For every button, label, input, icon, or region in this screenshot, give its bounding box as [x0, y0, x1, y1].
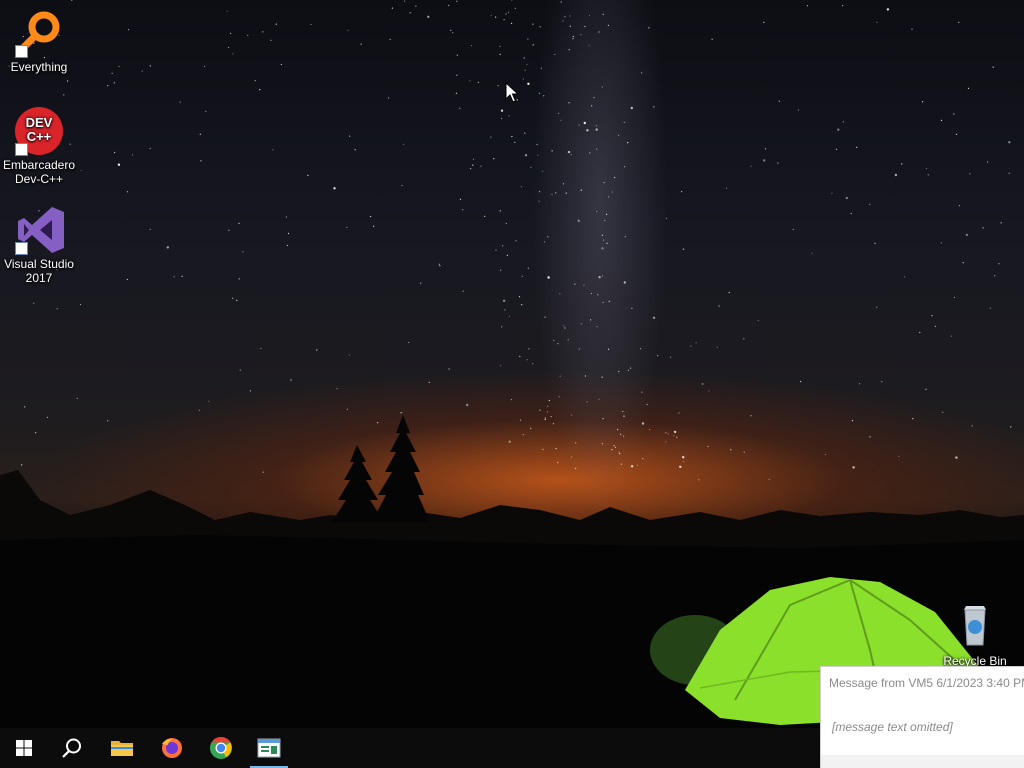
notification-title: Message from VM5 6/1/2023 3:40 PM: [829, 676, 1024, 690]
folder-icon: [111, 741, 133, 756]
message-window-icon: [257, 738, 281, 758]
desktop: Everything DEV C++ Embarcadero Dev-C++ V…: [0, 0, 1024, 768]
pine-tree-2: [372, 415, 430, 522]
pine-tree-1: [332, 445, 384, 522]
chrome-icon: [210, 737, 232, 759]
desktop-icon-label: Everything: [10, 60, 68, 74]
everything-search-icon: [14, 8, 64, 58]
notification-footer: [821, 755, 1024, 768]
chrome-button[interactable]: [197, 728, 245, 768]
message-notification[interactable]: Message from VM5 6/1/2023 3:40 PM [messa…: [820, 666, 1024, 768]
message-window-button[interactable]: [245, 728, 293, 768]
dev-cpp-icon: DEV C++: [14, 106, 64, 156]
desktop-icon-label: Visual Studio 2017: [4, 257, 74, 285]
desktop-icon-dev-cpp[interactable]: DEV C++ Embarcadero Dev-C++: [1, 106, 77, 186]
firefox-icon: [162, 738, 182, 758]
dev-cpp-logo-text-2: C++: [27, 129, 52, 144]
firefox-button[interactable]: [148, 728, 196, 768]
dev-cpp-logo-text: DEV: [26, 115, 53, 130]
mouse-cursor-icon: [505, 82, 519, 103]
recycle-bin-icon: [950, 602, 1000, 652]
desktop-icon-everything[interactable]: Everything: [1, 8, 77, 74]
shortcut-arrow-icon: [15, 143, 28, 156]
search-icon: [62, 738, 81, 758]
notification-body-omitted: [message text omitted]: [832, 720, 953, 734]
desktop-icon-label: Embarcadero Dev-C++: [2, 158, 76, 186]
file-explorer-button[interactable]: [98, 728, 146, 768]
desktop-icon-visual-studio[interactable]: Visual Studio 2017: [1, 205, 77, 285]
landscape-silhouette: [0, 415, 1024, 768]
start-button[interactable]: [0, 728, 48, 768]
shortcut-arrow-icon: [15, 242, 28, 255]
shortcut-arrow-icon: [15, 45, 28, 58]
search-button[interactable]: [48, 728, 96, 768]
desktop-icon-recycle-bin[interactable]: Recycle Bin: [937, 602, 1013, 668]
visual-studio-icon: [14, 205, 64, 255]
windows-start-icon: [16, 740, 32, 756]
